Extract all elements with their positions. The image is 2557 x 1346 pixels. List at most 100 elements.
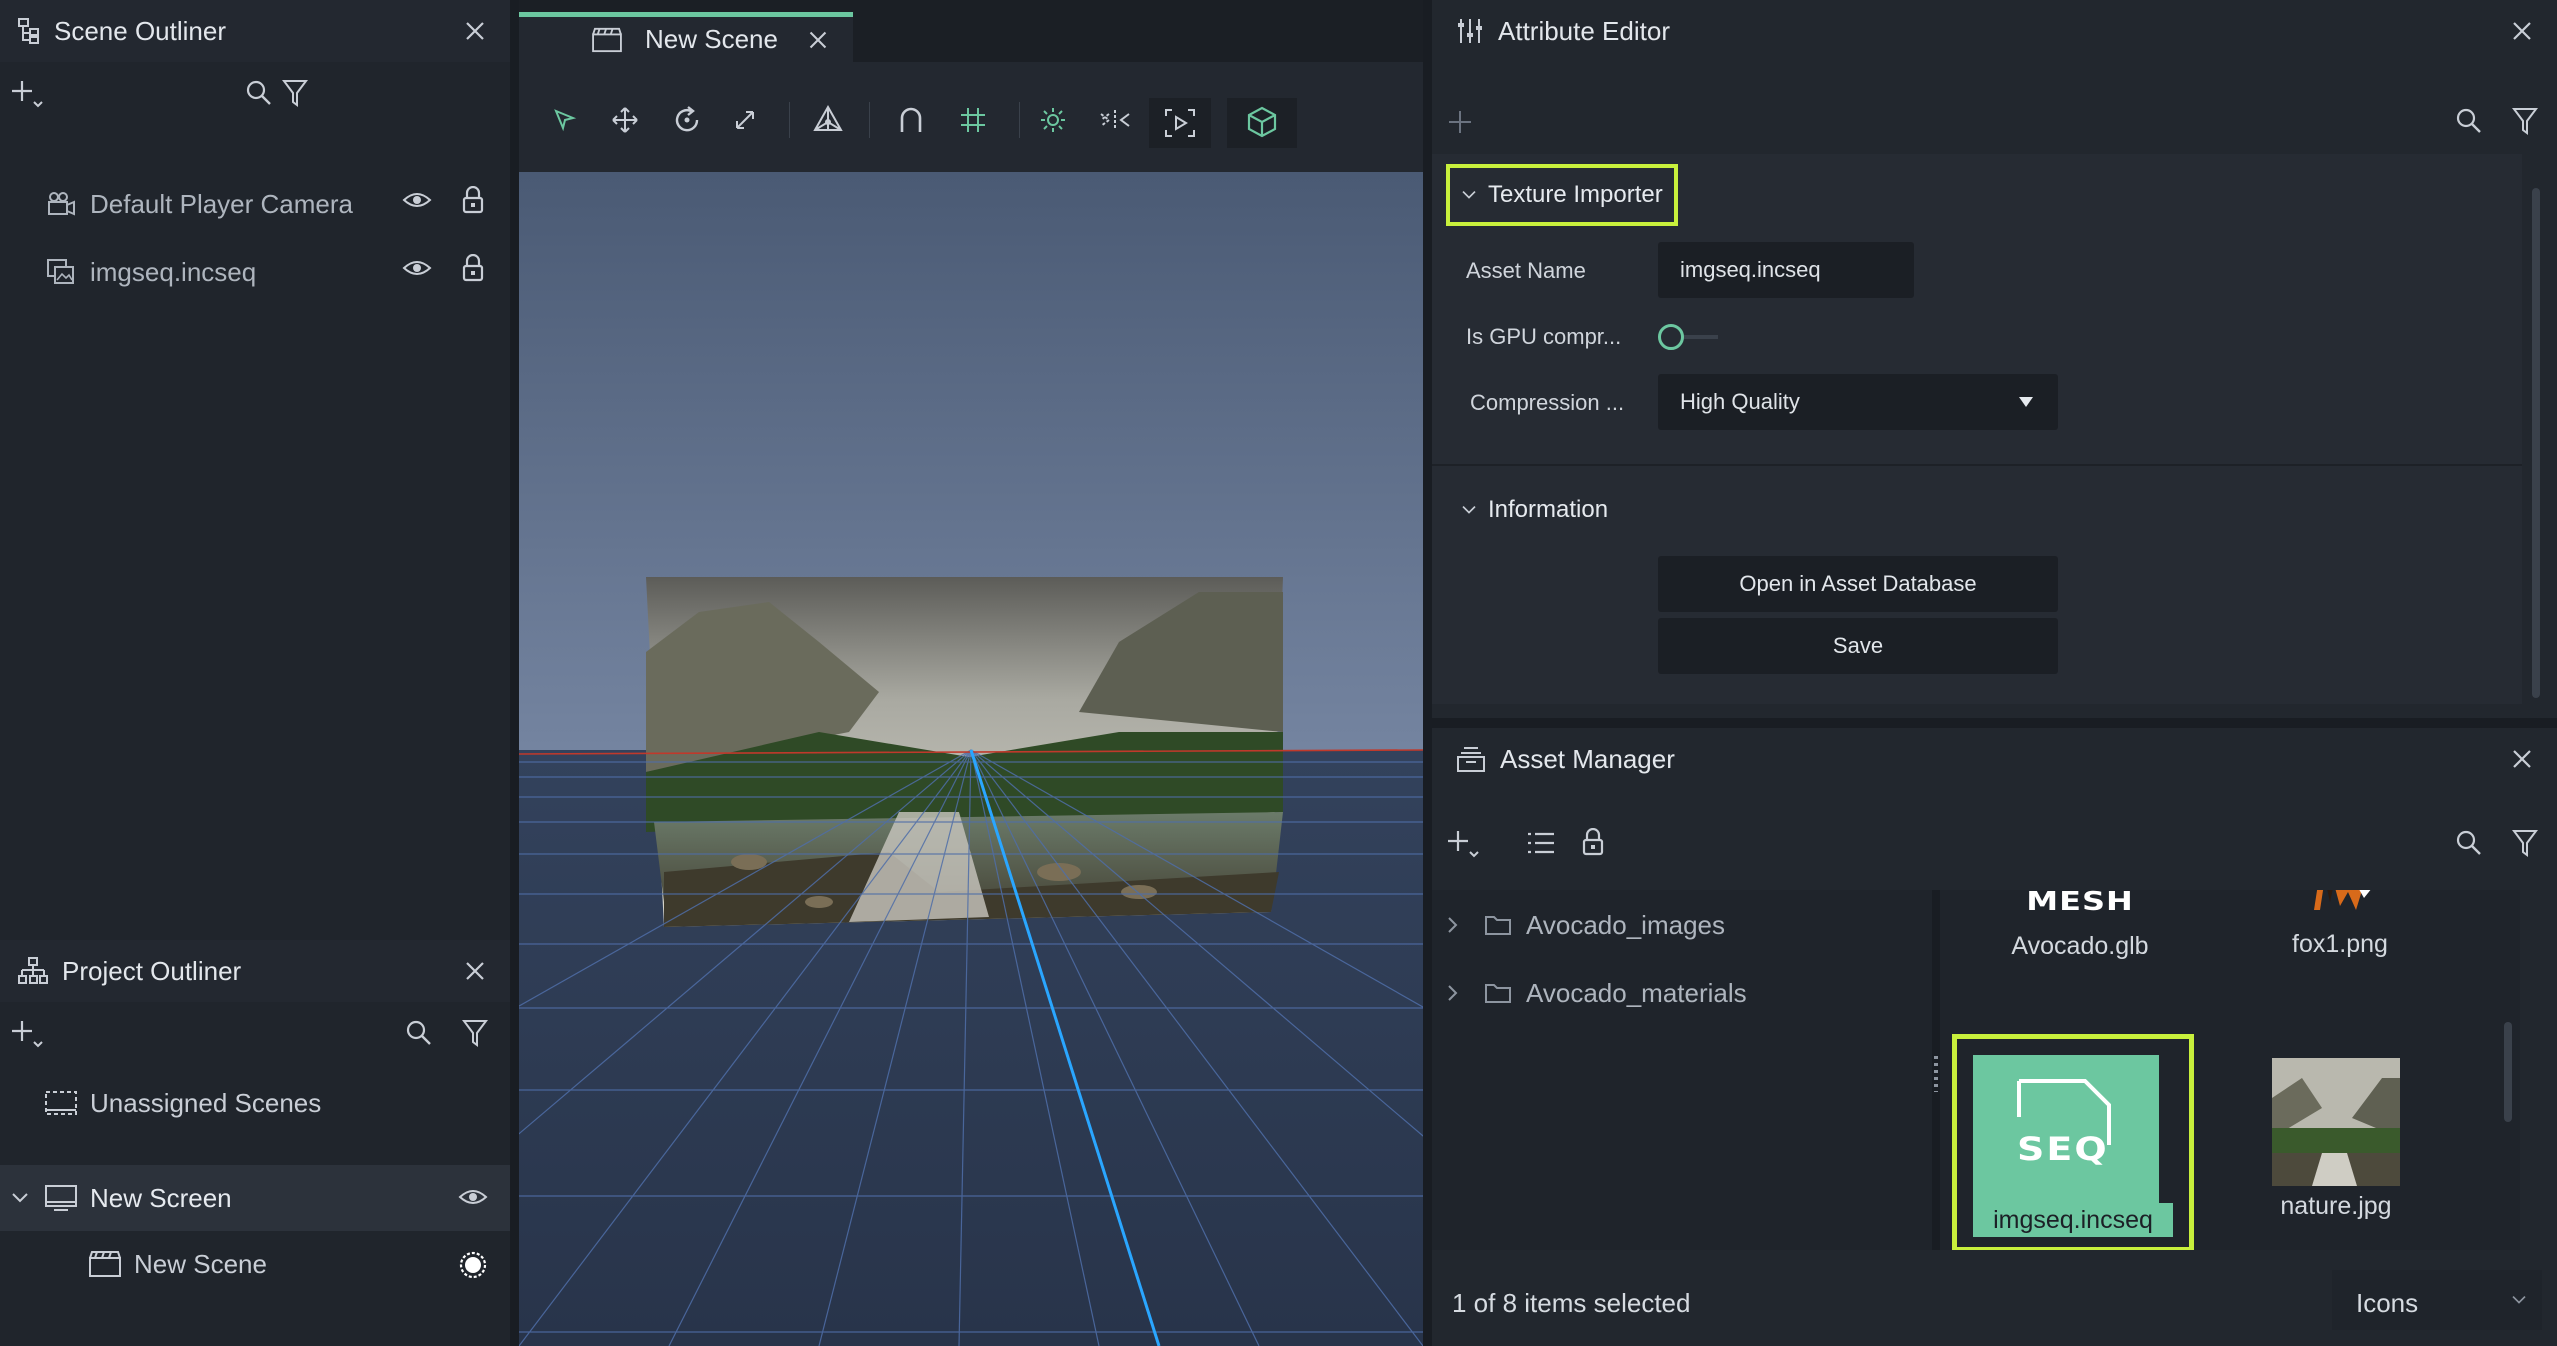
grid-snap-icon[interactable] [959, 106, 987, 134]
filter-icon[interactable] [282, 78, 308, 108]
folder-item[interactable]: Avocado_materials [1446, 968, 1747, 1018]
eye-icon[interactable] [458, 1187, 488, 1207]
mirror-icon[interactable] [1099, 108, 1131, 132]
play-frame-icon[interactable] [1164, 108, 1196, 138]
project-item-label: New Scene [134, 1248, 267, 1279]
scene-item-camera[interactable]: Default Player Camera [0, 172, 510, 236]
lock-icon[interactable] [462, 186, 484, 214]
project-outliner-header: Project Outliner [0, 940, 510, 1002]
search-icon[interactable] [404, 1018, 434, 1048]
viewport-3d-canvas[interactable] [519, 172, 1423, 1346]
select-tool-icon[interactable] [553, 108, 577, 132]
add-icon[interactable] [10, 78, 46, 110]
filter-icon[interactable] [2512, 828, 2538, 858]
asset-tile[interactable]: MESH Avocado.glb [2000, 890, 2160, 980]
tab-new-scene[interactable]: New Scene [519, 12, 853, 62]
scene-outliner-header: Scene Outliner [0, 0, 510, 62]
rotate-tool-icon[interactable] [671, 104, 703, 136]
seq-thumbnail-text: SEQ [2017, 1130, 2109, 1168]
project-item-unassigned[interactable]: Unassigned Scenes [0, 1071, 510, 1135]
caret-down-icon [2018, 396, 2034, 408]
nature-thumbnail [2272, 1058, 2400, 1186]
asset-name-value: imgseq.incseq [1680, 257, 1821, 282]
compression-dropdown[interactable]: High Quality [1658, 374, 2058, 430]
asset-manager-panel: Asset Manager Avocado_images Avocado_mat… [1432, 728, 2557, 1346]
pivot-icon[interactable] [811, 104, 845, 136]
search-icon[interactable] [244, 78, 274, 108]
asset-tile[interactable]: fox1.png [2270, 890, 2410, 980]
scrollbar[interactable] [2532, 188, 2540, 698]
gpu-compression-label: Is GPU compr... [1466, 324, 1622, 349]
project-item-new-screen[interactable]: New Screen [0, 1165, 510, 1231]
section-title: Information [1488, 496, 1609, 523]
chevron-right-icon[interactable] [1446, 915, 1460, 935]
filter-icon[interactable] [462, 1018, 488, 1048]
add-icon[interactable] [1446, 108, 1474, 136]
eye-icon[interactable] [402, 190, 432, 210]
asset-name-label: Asset Name [1466, 258, 1586, 283]
active-scene-icon[interactable] [458, 1250, 488, 1280]
scene-item-imgseq[interactable]: imgseq.incseq [0, 240, 510, 304]
grid-scrollbar[interactable] [2504, 1022, 2512, 1122]
close-icon[interactable] [460, 956, 490, 986]
chevron-down-icon[interactable] [10, 1191, 30, 1205]
search-icon[interactable] [2454, 106, 2484, 136]
scene-outliner-panel: Scene Outliner Default Player Camera img… [0, 0, 510, 940]
close-icon[interactable] [2507, 16, 2537, 46]
mesh-thumbnail-text: MESH [2026, 890, 2134, 917]
view-mode-value: Icons [2356, 1288, 2419, 1318]
project-outliner-panel: Project Outliner Unassigned Scenes New S… [0, 940, 510, 1346]
clapperboard-icon [591, 27, 623, 53]
close-icon[interactable] [460, 16, 490, 46]
texture-importer-section[interactable]: Texture Importer [1446, 164, 1678, 226]
close-icon[interactable] [804, 26, 832, 54]
attribute-editor-header: Attribute Editor [1432, 0, 2557, 62]
attribute-editor-panel: Attribute Editor Texture Importer Asset … [1432, 0, 2557, 718]
viewport-panel: New Scene [519, 0, 1423, 1346]
list-view-icon[interactable] [1526, 830, 1556, 856]
view-mode-dropdown[interactable]: Icons [2332, 1270, 2542, 1330]
close-icon[interactable] [2507, 744, 2537, 774]
folder-icon [1484, 982, 1512, 1004]
viewport-tab-bar: New Scene [519, 0, 1423, 62]
asset-label: nature.jpg [2280, 1192, 2392, 1220]
panel-title: Scene Outliner [54, 15, 226, 46]
section-divider [1432, 464, 2522, 466]
light-icon[interactable] [1039, 106, 1067, 134]
open-in-asset-database-button[interactable]: Open in Asset Database [1658, 556, 2058, 612]
tab-label: New Scene [645, 24, 778, 54]
folder-item[interactable]: Avocado_images [1446, 900, 1725, 950]
scale-tool-icon[interactable] [733, 108, 757, 132]
save-button[interactable]: Save [1658, 618, 2058, 674]
folder-label: Avocado_images [1526, 909, 1725, 940]
lock-icon[interactable] [1582, 828, 1604, 856]
project-item-new-scene[interactable]: New Scene [0, 1232, 510, 1296]
eye-icon[interactable] [402, 258, 432, 278]
search-icon[interactable] [2454, 828, 2484, 858]
filter-icon[interactable] [2512, 106, 2538, 136]
splitter-handle-icon[interactable] [1934, 1056, 1938, 1092]
cube-icon[interactable] [1247, 106, 1277, 138]
asset-tile[interactable]: nature.jpg [2236, 1040, 2436, 1250]
sliders-icon [1456, 17, 1484, 45]
gpu-compression-toggle[interactable] [1658, 322, 1728, 352]
panel-title: Attribute Editor [1498, 15, 1670, 46]
lock-icon[interactable] [462, 254, 484, 282]
camera-icon [46, 191, 76, 217]
asset-name-field[interactable]: imgseq.incseq [1658, 242, 1914, 298]
add-icon[interactable] [10, 1018, 46, 1050]
information-section[interactable]: Information [1446, 480, 1706, 540]
magnet-icon[interactable] [897, 106, 925, 134]
chevron-down-icon [1460, 504, 1478, 516]
asset-tile-selected[interactable]: SEQ imgseq.incseq [1952, 1034, 2194, 1250]
toolbar-divider [1019, 102, 1020, 138]
add-icon[interactable] [1446, 828, 1482, 860]
asset-label: fox1.png [2292, 930, 2388, 958]
compression-label: Compression ... [1470, 390, 1625, 415]
asset-status-bar: 1 of 8 items selected Icons [1432, 1250, 2557, 1346]
chevron-down-icon [2510, 1294, 2528, 1306]
chevron-right-icon[interactable] [1446, 983, 1460, 1003]
move-tool-icon[interactable] [611, 106, 639, 134]
hierarchy-icon [18, 18, 40, 44]
asset-manager-header: Asset Manager [1432, 728, 2557, 790]
